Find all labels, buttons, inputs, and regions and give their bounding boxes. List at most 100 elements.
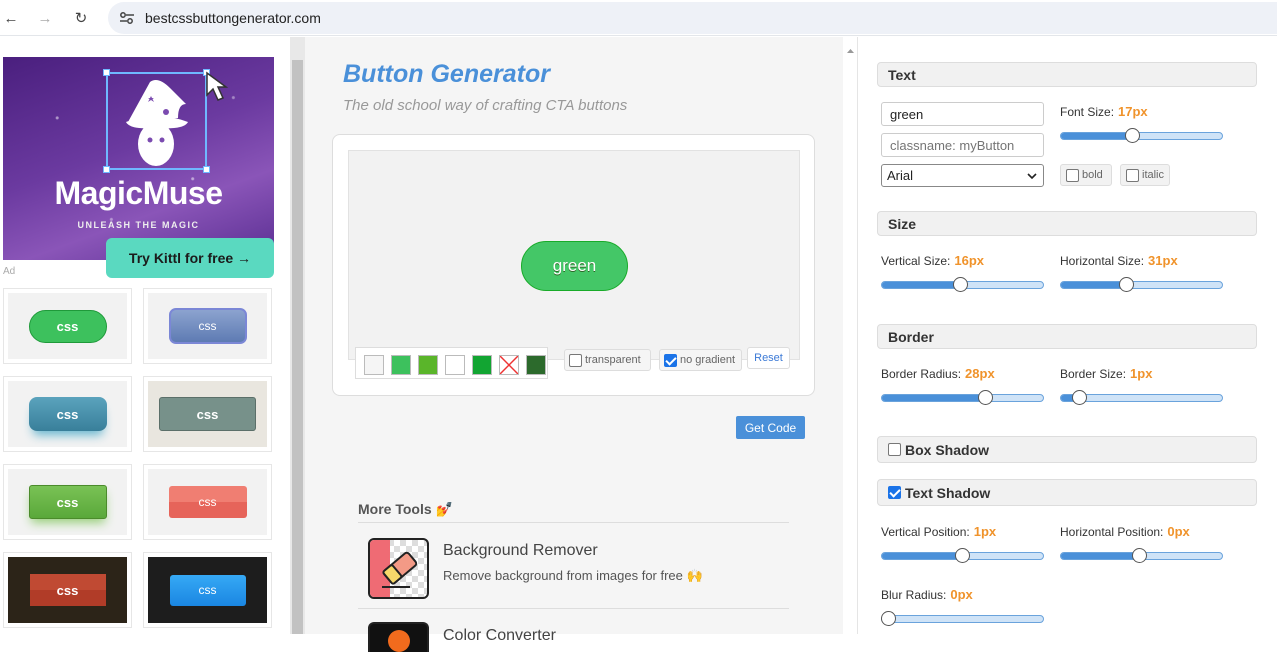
text-shadow-checkbox[interactable]	[888, 486, 901, 499]
preset-card[interactable]: css	[143, 552, 272, 628]
section-title: Text	[888, 66, 916, 83]
preview-canvas: green	[348, 150, 800, 360]
transparent-label: transparent	[585, 354, 641, 366]
slider-handle[interactable]	[1072, 390, 1087, 405]
border-radius-value: 28px	[965, 366, 995, 381]
no-gradient-checkbox[interactable]: no gradient	[659, 349, 742, 371]
page-title: Button Generator	[343, 60, 550, 88]
background-remover-icon[interactable]	[368, 538, 429, 599]
middle-scrollbar[interactable]	[843, 37, 858, 634]
left-sidebar: MagicMuse UNLEASH THE MAGIC Try Kittl fo…	[0, 37, 290, 634]
classname-input[interactable]	[881, 133, 1044, 157]
vertical-size-label: Vertical Size: 16px	[881, 253, 985, 268]
swatch[interactable]	[526, 355, 546, 375]
blur-radius-value: 0px	[950, 587, 973, 602]
button-text-input[interactable]	[881, 102, 1044, 126]
font-select[interactable]: Arial	[881, 164, 1044, 187]
slider-handle[interactable]	[1119, 277, 1134, 292]
reload-icon[interactable]: ↻	[70, 7, 92, 29]
reset-button[interactable]: Reset	[747, 347, 790, 369]
tool-title[interactable]: Background Remover	[443, 542, 598, 560]
slider-handle[interactable]	[881, 611, 896, 626]
swatch[interactable]	[445, 355, 465, 375]
swatch[interactable]	[418, 355, 438, 375]
checkbox-checked-icon[interactable]	[664, 353, 677, 367]
ad-cta-button[interactable]: Try Kittl for free →	[106, 238, 274, 278]
swatch[interactable]	[472, 355, 492, 375]
ad-tagline: UNLEASH THE MAGIC	[77, 220, 200, 230]
preset-card[interactable]: css	[3, 552, 132, 628]
size-section-header: Size	[877, 211, 1257, 236]
generator-main: Button Generator The old school way of c…	[305, 37, 843, 652]
address-bar[interactable]: bestcssbuttongenerator.com	[108, 2, 1277, 34]
ad-label: Ad	[3, 266, 16, 277]
preset-button: css	[29, 574, 106, 606]
vertical-position-slider[interactable]	[881, 548, 1044, 563]
horizontal-size-label: Horizontal Size: 31px	[1060, 253, 1178, 268]
ad-banner[interactable]: MagicMuse UNLEASH THE MAGIC	[3, 57, 274, 260]
preview-button[interactable]: green	[521, 241, 628, 291]
site-settings-icon[interactable]	[119, 10, 135, 26]
transparent-checkbox[interactable]: transparent	[564, 349, 651, 371]
slider-handle[interactable]	[978, 390, 993, 405]
forward-icon[interactable]: →	[34, 7, 56, 29]
vertical-size-slider[interactable]	[881, 277, 1044, 292]
preset-button: css	[159, 397, 256, 431]
vertical-size-value: 16px	[954, 253, 985, 268]
back-icon[interactable]: ←	[0, 7, 22, 29]
ad-brand: MagicMuse	[54, 175, 223, 211]
box-shadow-checkbox[interactable]	[888, 443, 901, 456]
scroll-up-icon[interactable]	[843, 45, 858, 57]
font-size-label: Font Size: 17px	[1060, 104, 1148, 119]
horizontal-position-label: Horizontal Position: 0px	[1060, 524, 1190, 539]
vertical-position-label: Vertical Position: 1px	[881, 524, 997, 539]
border-size-slider[interactable]	[1060, 390, 1223, 405]
preset-card[interactable]: css	[3, 464, 132, 540]
horizontal-position-value: 0px	[1167, 524, 1190, 539]
border-radius-slider[interactable]	[881, 390, 1044, 405]
slider-handle[interactable]	[1132, 548, 1147, 563]
chevron-down-icon	[1027, 173, 1037, 180]
section-title: Box Shadow	[905, 441, 990, 458]
color-converter-icon[interactable]	[368, 622, 429, 652]
tool-title[interactable]: Color Converter	[443, 627, 556, 645]
blur-radius-label: Blur Radius: 0px	[881, 587, 973, 602]
preset-button: css	[28, 485, 107, 519]
preset-button: css	[168, 486, 247, 518]
blur-radius-slider[interactable]	[881, 611, 1044, 626]
horizontal-size-slider[interactable]	[1060, 277, 1223, 292]
preset-card[interactable]: css	[3, 376, 132, 452]
checkbox-icon[interactable]	[1066, 168, 1079, 182]
section-title: Size	[888, 215, 917, 232]
font-size-slider[interactable]	[1060, 128, 1223, 143]
more-tools-heading: More Tools 💅	[358, 501, 453, 517]
swatch[interactable]	[364, 355, 384, 375]
bold-checkbox[interactable]: bold	[1060, 164, 1112, 186]
slider-handle[interactable]	[955, 548, 970, 563]
slider-handle[interactable]	[1125, 128, 1140, 143]
swatch-none[interactable]	[499, 355, 519, 375]
swatch[interactable]	[391, 355, 411, 375]
font-select-value: Arial	[887, 168, 914, 183]
border-size-value: 1px	[1130, 366, 1153, 381]
border-section-header: Border	[877, 324, 1257, 349]
get-code-button[interactable]: Get Code	[736, 416, 805, 439]
preset-card[interactable]: css	[3, 288, 132, 364]
preset-card[interactable]: css	[143, 464, 272, 540]
checkbox-icon[interactable]	[1126, 168, 1139, 182]
border-radius-label: Border Radius: 28px	[881, 366, 995, 381]
bold-label: bold	[1082, 169, 1103, 181]
preview-card: green transparent no gradient Reset	[332, 134, 815, 396]
preset-button: css	[28, 397, 107, 431]
checkbox-icon[interactable]	[569, 353, 582, 367]
preset-button: css	[169, 574, 246, 606]
left-scrollbar-thumb[interactable]	[292, 60, 303, 634]
italic-checkbox[interactable]: italic	[1120, 164, 1170, 186]
slider-handle[interactable]	[953, 277, 968, 292]
preset-card[interactable]: css	[143, 288, 272, 364]
cursor-icon	[206, 71, 229, 101]
horizontal-position-slider[interactable]	[1060, 548, 1223, 563]
box-shadow-section-header[interactable]: Box Shadow	[877, 436, 1257, 463]
text-shadow-section-header[interactable]: Text Shadow	[877, 479, 1257, 506]
preset-card[interactable]: css	[143, 376, 272, 452]
